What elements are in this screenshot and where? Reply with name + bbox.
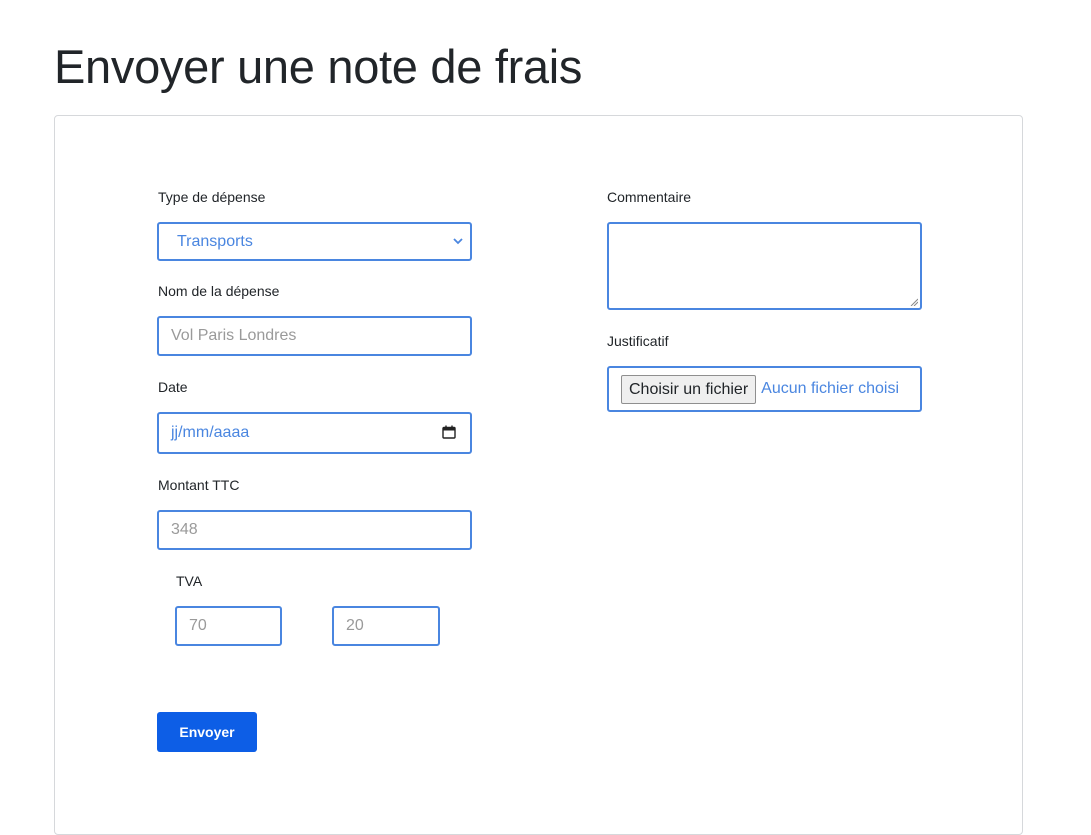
tva-amount-input[interactable]: 70	[175, 606, 282, 646]
justificatif-label: Justificatif	[607, 333, 669, 349]
type-depense-select[interactable]: Transports	[157, 222, 472, 261]
calendar-icon[interactable]	[442, 425, 456, 439]
nom-depense-placeholder: Vol Paris Londres	[171, 327, 297, 344]
choose-file-button[interactable]: Choisir un fichier	[621, 374, 757, 404]
commentaire-textarea[interactable]	[607, 222, 922, 310]
tva-amount-placeholder: 70	[189, 617, 207, 634]
date-input[interactable]: jj/mm/aaaa	[157, 412, 472, 454]
submit-button[interactable]: Envoyer	[157, 712, 257, 752]
tva-label: TVA	[176, 573, 203, 589]
tva-rate-input[interactable]: 20	[332, 606, 440, 646]
montant-ttc-label: Montant TTC	[158, 477, 240, 493]
resize-grip-icon[interactable]	[910, 298, 918, 306]
tva-rate-placeholder: 20	[346, 617, 364, 634]
montant-ttc-input[interactable]: 348	[157, 510, 472, 550]
chevron-down-icon	[453, 238, 463, 245]
montant-ttc-placeholder: 348	[171, 521, 198, 538]
type-depense-label: Type de dépense	[158, 189, 266, 205]
file-status-text: Aucun fichier choisi	[761, 380, 899, 397]
date-placeholder: jj/mm/aaaa	[171, 424, 250, 441]
nom-depense-label: Nom de la dépense	[158, 283, 280, 299]
nom-depense-input[interactable]: Vol Paris Londres	[157, 316, 472, 356]
commentaire-label: Commentaire	[607, 189, 692, 205]
date-label: Date	[158, 379, 188, 395]
page-title: Envoyer une note de frais	[54, 40, 583, 93]
type-depense-selected-value: Transports	[177, 232, 253, 250]
justificatif-file-input[interactable]: Choisir un fichier Aucun fichier choisi	[607, 366, 922, 412]
